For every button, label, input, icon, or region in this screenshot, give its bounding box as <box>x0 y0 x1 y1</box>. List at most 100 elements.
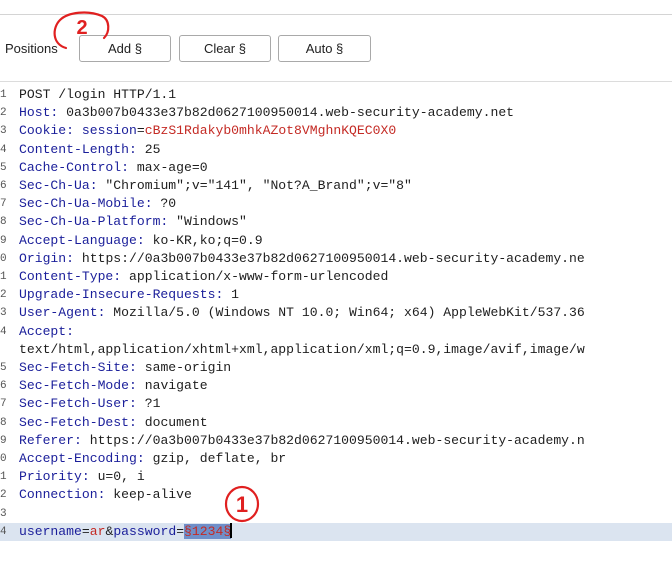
line-number: 6 <box>0 380 7 393</box>
header-sec-ch-ua-mobile: 7 Sec-Ch-Ua-Mobile: ?0 <box>0 195 672 213</box>
header-value: max-age=0 <box>129 159 208 175</box>
header-content-length: 4 Content-Length: 25 <box>0 141 672 159</box>
header-origin: 0 Origin: https://0a3b007b0433e37b82d0627… <box>0 250 672 268</box>
header-value: keep-alive <box>105 487 192 503</box>
header-name: Accept-Encoding: <box>19 451 145 466</box>
header-value: "Windows" <box>168 214 247 230</box>
top-strip <box>0 0 672 15</box>
header-name: Sec-Ch-Ua-Platform: <box>19 214 169 230</box>
header-value: https://0a3b007b0433e37b82d0627100950014… <box>81 432 585 448</box>
param-password-name: password <box>113 524 177 539</box>
header-sec-ch-ua: 6 Sec-Ch-Ua: "Chromium";v="141", "Not?A_B… <box>0 177 672 195</box>
header-name: Host: <box>19 105 59 121</box>
header-name: Upgrade-Insecure-Requests: <box>19 287 224 303</box>
header-accept-language: 9 Accept-Language: ko-KR,ko;q=0.9 <box>0 232 672 250</box>
line-number: 5 <box>0 362 7 374</box>
cookie-equals: = <box>136 123 145 139</box>
line-number: 1 <box>0 471 7 484</box>
line-number: 2 <box>0 107 7 120</box>
header-sec-fetch-mode: 6 Sec-Fetch-Mode: navigate <box>0 377 672 395</box>
header-name: Accept: <box>19 323 75 339</box>
header-name: Sec-Fetch-Mode: <box>19 378 137 394</box>
header-accept: 4 Accept: <box>0 323 672 341</box>
header-connection: 2 Connection: keep-alive <box>0 486 672 504</box>
header-value: Mozilla/5.0 (Windows NT 10.0; Win64; x64… <box>105 305 585 321</box>
line-number: 3 <box>0 125 7 138</box>
cookie-value: cBzS1Rdakyb0mhkAZot8VMghnKQEC0X0 <box>144 123 397 139</box>
header-accept-encoding: 0 Accept-Encoding: gzip, deflate, br <box>0 450 672 468</box>
header-sec-fetch-dest: 8 Sec-Fetch-Dest: document <box>0 414 672 432</box>
header-name: Connection: <box>19 487 106 503</box>
header-name: Cookie: <box>19 123 75 139</box>
request-line: 1 POST /login HTTP/1.1 <box>0 86 672 104</box>
line-number: 4 <box>0 526 7 538</box>
header-value: "Chromium";v="141", "Not?A_Brand";v="8" <box>97 178 412 193</box>
header-name: Accept-Language: <box>19 232 145 248</box>
header-value: document <box>136 414 208 430</box>
line-number: 4 <box>0 143 7 156</box>
header-name: Referer: <box>19 432 82 448</box>
header-value: gzip, deflate, br <box>144 451 287 466</box>
header-name: User-Agent: <box>19 305 106 321</box>
header-value: 25 <box>136 141 161 157</box>
line-number: 4 <box>0 325 7 338</box>
header-priority: 1 Priority: u=0, i <box>0 468 672 486</box>
line-number: 1 <box>0 271 7 283</box>
header-cache-control: 5 Cache-Control: max-age=0 <box>0 159 672 177</box>
header-referer: 9 Referer: https://0a3b007b0433e37b82d062… <box>0 432 672 450</box>
line-number: 7 <box>0 198 7 211</box>
positions-toolbar: Positions Add § Clear § Auto § <box>0 15 672 82</box>
line-number: 9 <box>0 434 7 447</box>
param-equals: = <box>81 524 90 539</box>
header-accept-continuation: text/html,application/xhtml+xml,applicat… <box>0 341 672 359</box>
line-number: 6 <box>0 180 7 192</box>
header-sec-ch-ua-platform: 8 Sec-Ch-Ua-Platform: "Windows" <box>0 213 672 231</box>
auto-payload-markers-button[interactable]: Auto § <box>278 35 371 62</box>
line-number: 8 <box>0 416 7 429</box>
header-name: Origin: <box>19 250 75 266</box>
line-number: 1 <box>0 89 7 101</box>
header-sec-fetch-user: 7 Sec-Fetch-User: ?1 <box>0 395 672 413</box>
header-value: ko-KR,ko;q=0.9 <box>144 232 263 248</box>
text-caret <box>230 523 233 538</box>
positions-label: Positions <box>5 41 58 56</box>
header-sec-fetch-site: 5 Sec-Fetch-Site: same-origin <box>0 359 672 377</box>
header-value: u=0, i <box>89 469 145 485</box>
header-cookie: 3 Cookie: session=cBzS1Rdakyb0mhkAZot8VMg… <box>0 122 672 140</box>
header-user-agent: 3 User-Agent: Mozilla/5.0 (Windows NT 10.… <box>0 304 672 322</box>
line-number: 2 <box>0 489 7 502</box>
header-value: ?0 <box>152 196 177 212</box>
request-line-text: POST /login HTTP/1.1 <box>19 87 177 102</box>
header-value: navigate <box>136 378 208 394</box>
header-name: Sec-Fetch-Dest: <box>19 414 137 430</box>
header-name: Sec-Fetch-Site: <box>19 360 137 375</box>
line-number: 8 <box>0 216 7 229</box>
blank-line: 3 <box>0 505 672 523</box>
line-number: 0 <box>0 453 7 465</box>
header-value: application/x-www-form-urlencoded <box>121 269 389 284</box>
header-value: text/html,application/xhtml+xml,applicat… <box>19 341 585 357</box>
header-name: Cache-Control: <box>19 159 130 175</box>
request-editor[interactable]: 1 POST /login HTTP/1.1 2 Host: 0a3b007b043… <box>0 82 672 587</box>
param-equals: = <box>176 524 185 539</box>
line-number: 9 <box>0 234 7 247</box>
clear-payload-markers-button[interactable]: Clear § <box>179 35 271 62</box>
header-upgrade-insecure-requests: 2 Upgrade-Insecure-Requests: 1 <box>0 286 672 304</box>
header-name: Sec-Ch-Ua-Mobile: <box>19 196 153 212</box>
request-body-line: 4 username=ar&password=§1234§ <box>0 523 672 542</box>
header-name: Priority: <box>19 469 90 485</box>
header-value: 1 <box>223 287 240 303</box>
line-number: 3 <box>0 307 7 320</box>
line-number: 0 <box>0 252 7 265</box>
payload-position-marker[interactable]: §1234§ <box>184 524 232 539</box>
header-value: same-origin <box>136 360 232 375</box>
param-username-name: username <box>19 524 82 539</box>
header-name: Sec-Fetch-User: <box>19 396 137 412</box>
header-value: 0a3b007b0433e37b82d0627100950014.web-sec… <box>58 105 515 121</box>
line-number: 7 <box>0 398 7 411</box>
header-content-type: 1 Content-Type: application/x-www-form-ur… <box>0 268 672 286</box>
param-username-value: ar <box>89 524 106 539</box>
header-value: ?1 <box>136 396 161 412</box>
add-payload-marker-button[interactable]: Add § <box>79 35 171 62</box>
line-number: 3 <box>0 507 7 520</box>
